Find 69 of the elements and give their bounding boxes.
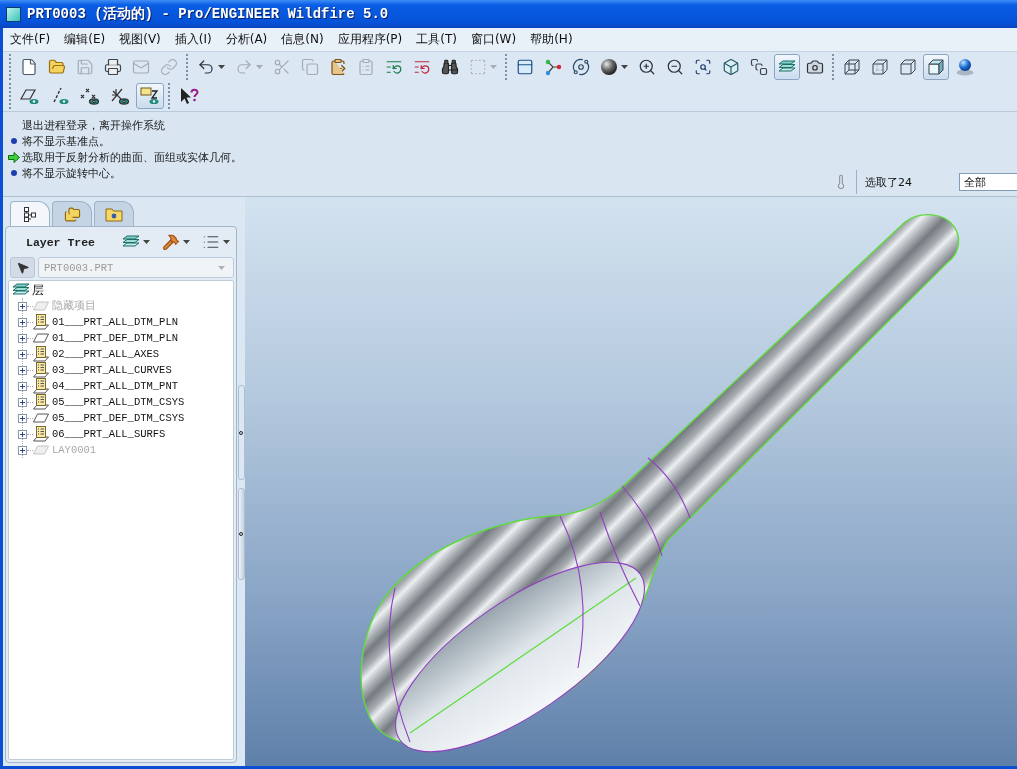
- menu-item[interactable]: 插入(I): [167, 31, 219, 48]
- menu-item[interactable]: 视图(V): [112, 31, 168, 48]
- expand-icon[interactable]: [18, 429, 27, 439]
- grip-dot-icon: [239, 430, 243, 435]
- selection-filter-field[interactable]: 全部: [959, 173, 1017, 191]
- expand-icon[interactable]: [18, 333, 27, 343]
- expand-icon[interactable]: [18, 317, 27, 327]
- caret-icon: [223, 240, 230, 244]
- layer-name[interactable]: 02___PRT_ALL_AXES: [52, 348, 160, 360]
- layer-name[interactable]: 06___PRT_ALL_SURFS: [52, 428, 166, 440]
- layer-name[interactable]: 04___PRT_ALL_DTM_PNT: [52, 380, 179, 392]
- note-layer-icon: [33, 378, 49, 394]
- caret-icon: [143, 240, 150, 244]
- caret-icon: [218, 265, 225, 270]
- sash-handle[interactable]: [237, 488, 245, 580]
- app-icon: [6, 6, 21, 22]
- menu-item[interactable]: 应用程序(P): [330, 31, 410, 48]
- expand-icon[interactable]: [18, 397, 27, 407]
- layers-button[interactable]: [774, 54, 800, 80]
- arrow-right-icon: [7, 151, 20, 163]
- graphics-viewport[interactable]: [245, 197, 1017, 766]
- note-layer-icon: [33, 346, 49, 362]
- layer-name[interactable]: 05___PRT_ALL_DTM_CSYS: [52, 396, 185, 408]
- layer-name[interactable]: 01___PRT_ALL_DTM_PLN: [52, 316, 179, 328]
- menu-item[interactable]: 窗口(W): [463, 31, 524, 48]
- select-pointer-button[interactable]: [10, 257, 35, 278]
- bullet-dot-icon: [10, 138, 17, 144]
- bullet-dot-icon: [10, 170, 17, 176]
- flat-layer-icon: [33, 445, 49, 455]
- expand-icon[interactable]: [18, 381, 27, 391]
- panel-title: Layer Tree: [26, 235, 95, 249]
- note-layer-icon: [33, 426, 49, 442]
- layers-icon: [12, 282, 30, 298]
- note-layer-icon: [33, 314, 49, 330]
- grip-dot-icon: [239, 532, 243, 536]
- caret-icon: [183, 240, 190, 244]
- layer-name[interactable]: 03___PRT_ALL_CURVES: [52, 364, 172, 376]
- list-icon: [202, 233, 220, 251]
- expand-icon[interactable]: [18, 365, 27, 375]
- menu-item[interactable]: 文件(F): [3, 31, 58, 48]
- expand-icon[interactable]: [18, 349, 27, 359]
- selection-count: 选取了24: [865, 174, 913, 190]
- hammer-icon: [162, 233, 180, 251]
- folders-icon: [63, 205, 81, 223]
- folder-star-icon: [105, 206, 123, 222]
- sash-handle[interactable]: [237, 385, 245, 480]
- menu-item[interactable]: 帮助(H): [523, 31, 580, 48]
- flat-layer-icon: [33, 333, 49, 343]
- message-text: 将不显示旋转中心。: [22, 165, 121, 181]
- tree-root-label[interactable]: 层: [32, 281, 44, 299]
- message-text: 选取用于反射分析的曲面、面组或实体几何。: [22, 149, 242, 165]
- window-title: PRT0003 (活动的) - Pro/ENGINEER Wildfire 5.0: [27, 5, 389, 23]
- expand-icon[interactable]: [18, 413, 27, 423]
- note-layer-icon: [33, 394, 49, 410]
- layer-name[interactable]: 01___PRT_DEF_DTM_PLN: [52, 332, 179, 344]
- flat-layer-icon: [33, 301, 49, 311]
- menu-item[interactable]: 工具(T): [409, 31, 464, 48]
- menu-item[interactable]: 信息(N): [274, 31, 331, 48]
- menu-item[interactable]: 分析(A): [218, 31, 275, 48]
- flat-layer-icon: [33, 413, 49, 423]
- tree-icon: [22, 206, 38, 222]
- layers-icon: [122, 234, 140, 250]
- navigator-tab[interactable]: [10, 201, 50, 226]
- layer-name[interactable]: 05___PRT_DEF_DTM_CSYS: [52, 412, 185, 424]
- note-layer-icon: [33, 362, 49, 378]
- message-text: 将不显示基准点。: [22, 133, 110, 149]
- pointer-icon: [15, 260, 30, 275]
- menu-item[interactable]: 编辑(E): [57, 31, 113, 48]
- message-text: 退出进程登录，离开操作系统: [22, 117, 165, 133]
